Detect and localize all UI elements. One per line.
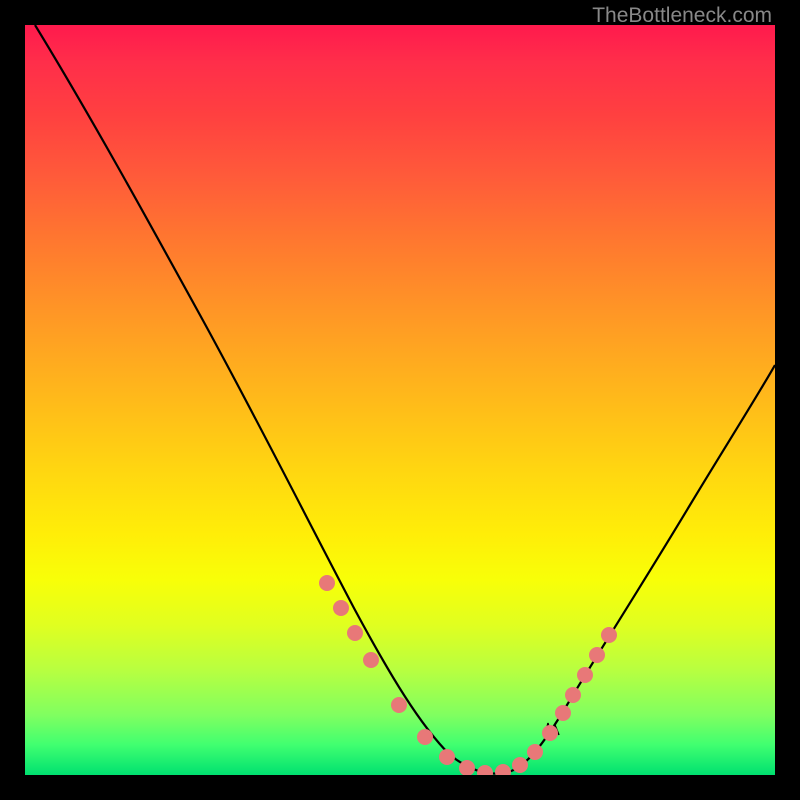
bottleneck-curve-path <box>35 25 775 774</box>
marker-dot <box>477 765 493 775</box>
marker-dots-group <box>319 575 617 775</box>
marker-dot <box>601 627 617 643</box>
marker-dot <box>512 757 528 773</box>
marker-dot <box>527 744 543 760</box>
marker-dot <box>363 652 379 668</box>
marker-dot <box>589 647 605 663</box>
marker-dot <box>565 687 581 703</box>
chart-svg <box>25 25 775 775</box>
marker-dot <box>319 575 335 591</box>
marker-dot <box>555 705 571 721</box>
marker-dot <box>347 625 363 641</box>
marker-dot <box>439 749 455 765</box>
watermark-text: TheBottleneck.com <box>592 4 772 28</box>
marker-dot <box>391 697 407 713</box>
marker-dot <box>333 600 349 616</box>
chart-container: TheBottleneck.com <box>0 0 800 800</box>
marker-dot <box>577 667 593 683</box>
marker-dot <box>417 729 433 745</box>
marker-dot <box>495 764 511 775</box>
marker-dot <box>542 725 558 741</box>
